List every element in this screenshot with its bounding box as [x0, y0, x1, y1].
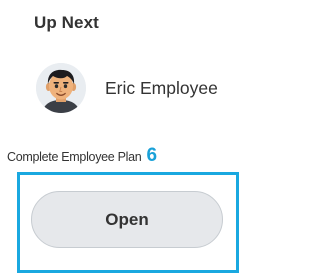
open-button-highlight: Open [17, 172, 239, 273]
section-title: Up Next [34, 13, 99, 32]
person-name[interactable]: Eric Employee [105, 78, 218, 99]
person-row: Eric Employee [36, 62, 218, 114]
step-number-badge: 6 [146, 145, 158, 166]
open-button[interactable]: Open [31, 191, 223, 248]
male-avatar-icon [36, 63, 86, 113]
avatar-illustration [36, 63, 86, 113]
task-label: Complete Employee Plan [7, 150, 142, 164]
up-next-card: Up Next Eric Employee Complete Employee … [0, 0, 254, 276]
task-row: Complete Employee Plan 6 [7, 145, 157, 167]
